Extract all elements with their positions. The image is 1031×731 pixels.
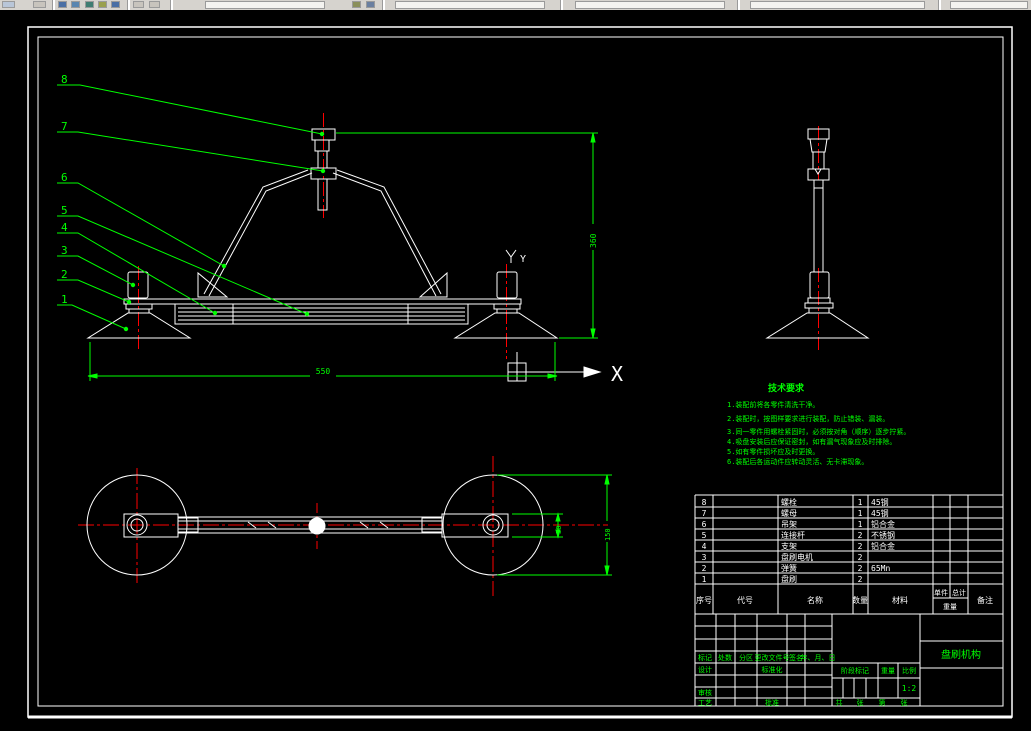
callout-5: 5 — [61, 204, 68, 217]
tb-label-stage-mark: 阶段标记 — [841, 666, 869, 675]
callout-1: 1 — [61, 293, 68, 306]
tech-req-title: 技术要求 — [768, 382, 805, 394]
tb-label-date: 年、月、日 — [801, 653, 836, 662]
tb-label-scale: 比例 — [902, 666, 916, 675]
bom-cell-no: 8 — [702, 498, 707, 507]
x-axis-label: X — [611, 362, 623, 386]
tb-sheet-no-suffix: 张 — [901, 698, 908, 707]
bom-cell-no: 7 — [702, 509, 707, 518]
tb-label-count: 处数 — [718, 653, 732, 662]
bom-header-no: 序号 — [696, 595, 712, 605]
bom-cell-no: 6 — [702, 520, 707, 529]
bom-cell-qty: 1 — [858, 498, 863, 507]
bom-cell-no: 2 — [702, 564, 707, 573]
bom-cell-qty: 2 — [858, 553, 863, 562]
tb-sheet-no-prefix: 第 — [879, 698, 886, 707]
tb-sheet-total-suffix: 张 — [857, 698, 864, 707]
tech-req-item: 2.装配时，按图样要求进行装配，防止错装、漏装。 — [727, 414, 889, 423]
bom-header-unit: 单件 — [934, 588, 948, 597]
bom-header-material: 材料 — [892, 595, 908, 605]
bom-cell-qty: 1 — [858, 520, 863, 529]
tech-req-item: 3.同一零件用螺栓紧固时，必须按对角（顺序）逐步拧紧。 — [727, 427, 910, 436]
bom-cell-name: 弹簧 — [781, 563, 797, 573]
callout-7: 7 — [61, 120, 68, 133]
model-space-canvas[interactable]: X Y 550 360 50 150 8 7 6 5 4 3 2 1 技术要求 … — [0, 0, 1031, 731]
tb-drawing-title: 盘刷机构 — [941, 648, 981, 661]
tb-label-zone: 分区 — [739, 653, 753, 662]
bom-cell-name: 螺母 — [781, 508, 797, 518]
bom-cell-material: 65Mn — [871, 564, 890, 573]
bom-cell-qty: 2 — [858, 531, 863, 540]
callout-4: 4 — [61, 221, 68, 234]
tb-label-process: 工艺 — [698, 699, 712, 707]
tech-req-item: 1.装配前将各零件清洗干净。 — [727, 400, 819, 409]
bom-header-name: 名称 — [807, 595, 823, 605]
tb-label-approve: 批准 — [765, 698, 779, 707]
bom-header-code: 代号 — [737, 595, 753, 605]
bom-cell-qty: 1 — [858, 509, 863, 518]
bom-cell-no: 5 — [702, 531, 707, 540]
callout-2: 2 — [61, 268, 68, 281]
bom-cell-qty: 2 — [858, 542, 863, 551]
tech-req-item: 4.吸盘安装后应保证密封，如有漏气现象应及时排除。 — [727, 437, 896, 446]
tech-req-item: 5.如有零件损坏应及时更换。 — [727, 447, 819, 456]
callout-8: 8 — [61, 73, 68, 86]
bom-cell-qty: 2 — [858, 564, 863, 573]
bom-cell-name: 连接杆 — [781, 530, 805, 540]
bom-cell-material: 不锈钢 — [871, 530, 895, 540]
bom-cell-material: 45钢 — [871, 508, 889, 518]
bom-cell-name: 盘刷 — [781, 574, 797, 584]
bom-cell-name: 吊架 — [781, 520, 797, 529]
bom-cell-qty: 2 — [858, 575, 863, 584]
bom-cell-name: 螺栓 — [781, 497, 797, 507]
bom-cell-no: 4 — [702, 542, 707, 551]
bom-cell-name: 支架 — [781, 541, 797, 551]
tb-label-mark: 标记 — [698, 653, 712, 662]
dim-pad-diameter: 150 — [604, 528, 612, 541]
dim-pad-width: 50 — [555, 526, 563, 534]
bom-header-remark: 备注 — [977, 595, 993, 605]
bom-cell-name: 盘刷电机 — [781, 552, 813, 562]
bom-cell-material: 铝合金 — [871, 519, 895, 529]
bom-cell-material: 铝合金 — [871, 541, 895, 551]
drawing-background — [0, 10, 1031, 731]
tb-label-standardize: 标准化 — [762, 665, 783, 674]
bom-cell-no: 1 — [702, 575, 707, 584]
bom-header-total: 总计 — [952, 588, 966, 597]
cad-application-window: X Y 550 360 50 150 8 7 6 5 4 3 2 1 技术要求 … — [0, 0, 1031, 731]
bom-cell-material: 45钢 — [871, 497, 889, 507]
tb-label-check: 审核 — [698, 688, 712, 697]
tb-label-change-doc: 更改文件号 — [755, 653, 790, 662]
tb-label-weight: 重量 — [881, 667, 895, 675]
callout-3: 3 — [61, 244, 68, 257]
tech-req-item: 6.装配后各运动件应转动灵活、无卡滞现象。 — [727, 457, 868, 466]
callout-6: 6 — [61, 171, 68, 184]
tb-scale-value: 1:2 — [902, 684, 917, 693]
dim-overall-height: 360 — [589, 233, 598, 248]
dim-overall-width: 550 — [316, 367, 331, 376]
bom-header-qty: 数量 — [852, 595, 868, 605]
bom-header-weight: 重量 — [943, 603, 957, 611]
bom-cell-no: 3 — [702, 553, 707, 562]
y-axis-label: Y — [520, 254, 526, 265]
tb-label-design: 设计 — [698, 665, 712, 674]
tb-sheet-total-prefix: 共 — [836, 698, 843, 707]
